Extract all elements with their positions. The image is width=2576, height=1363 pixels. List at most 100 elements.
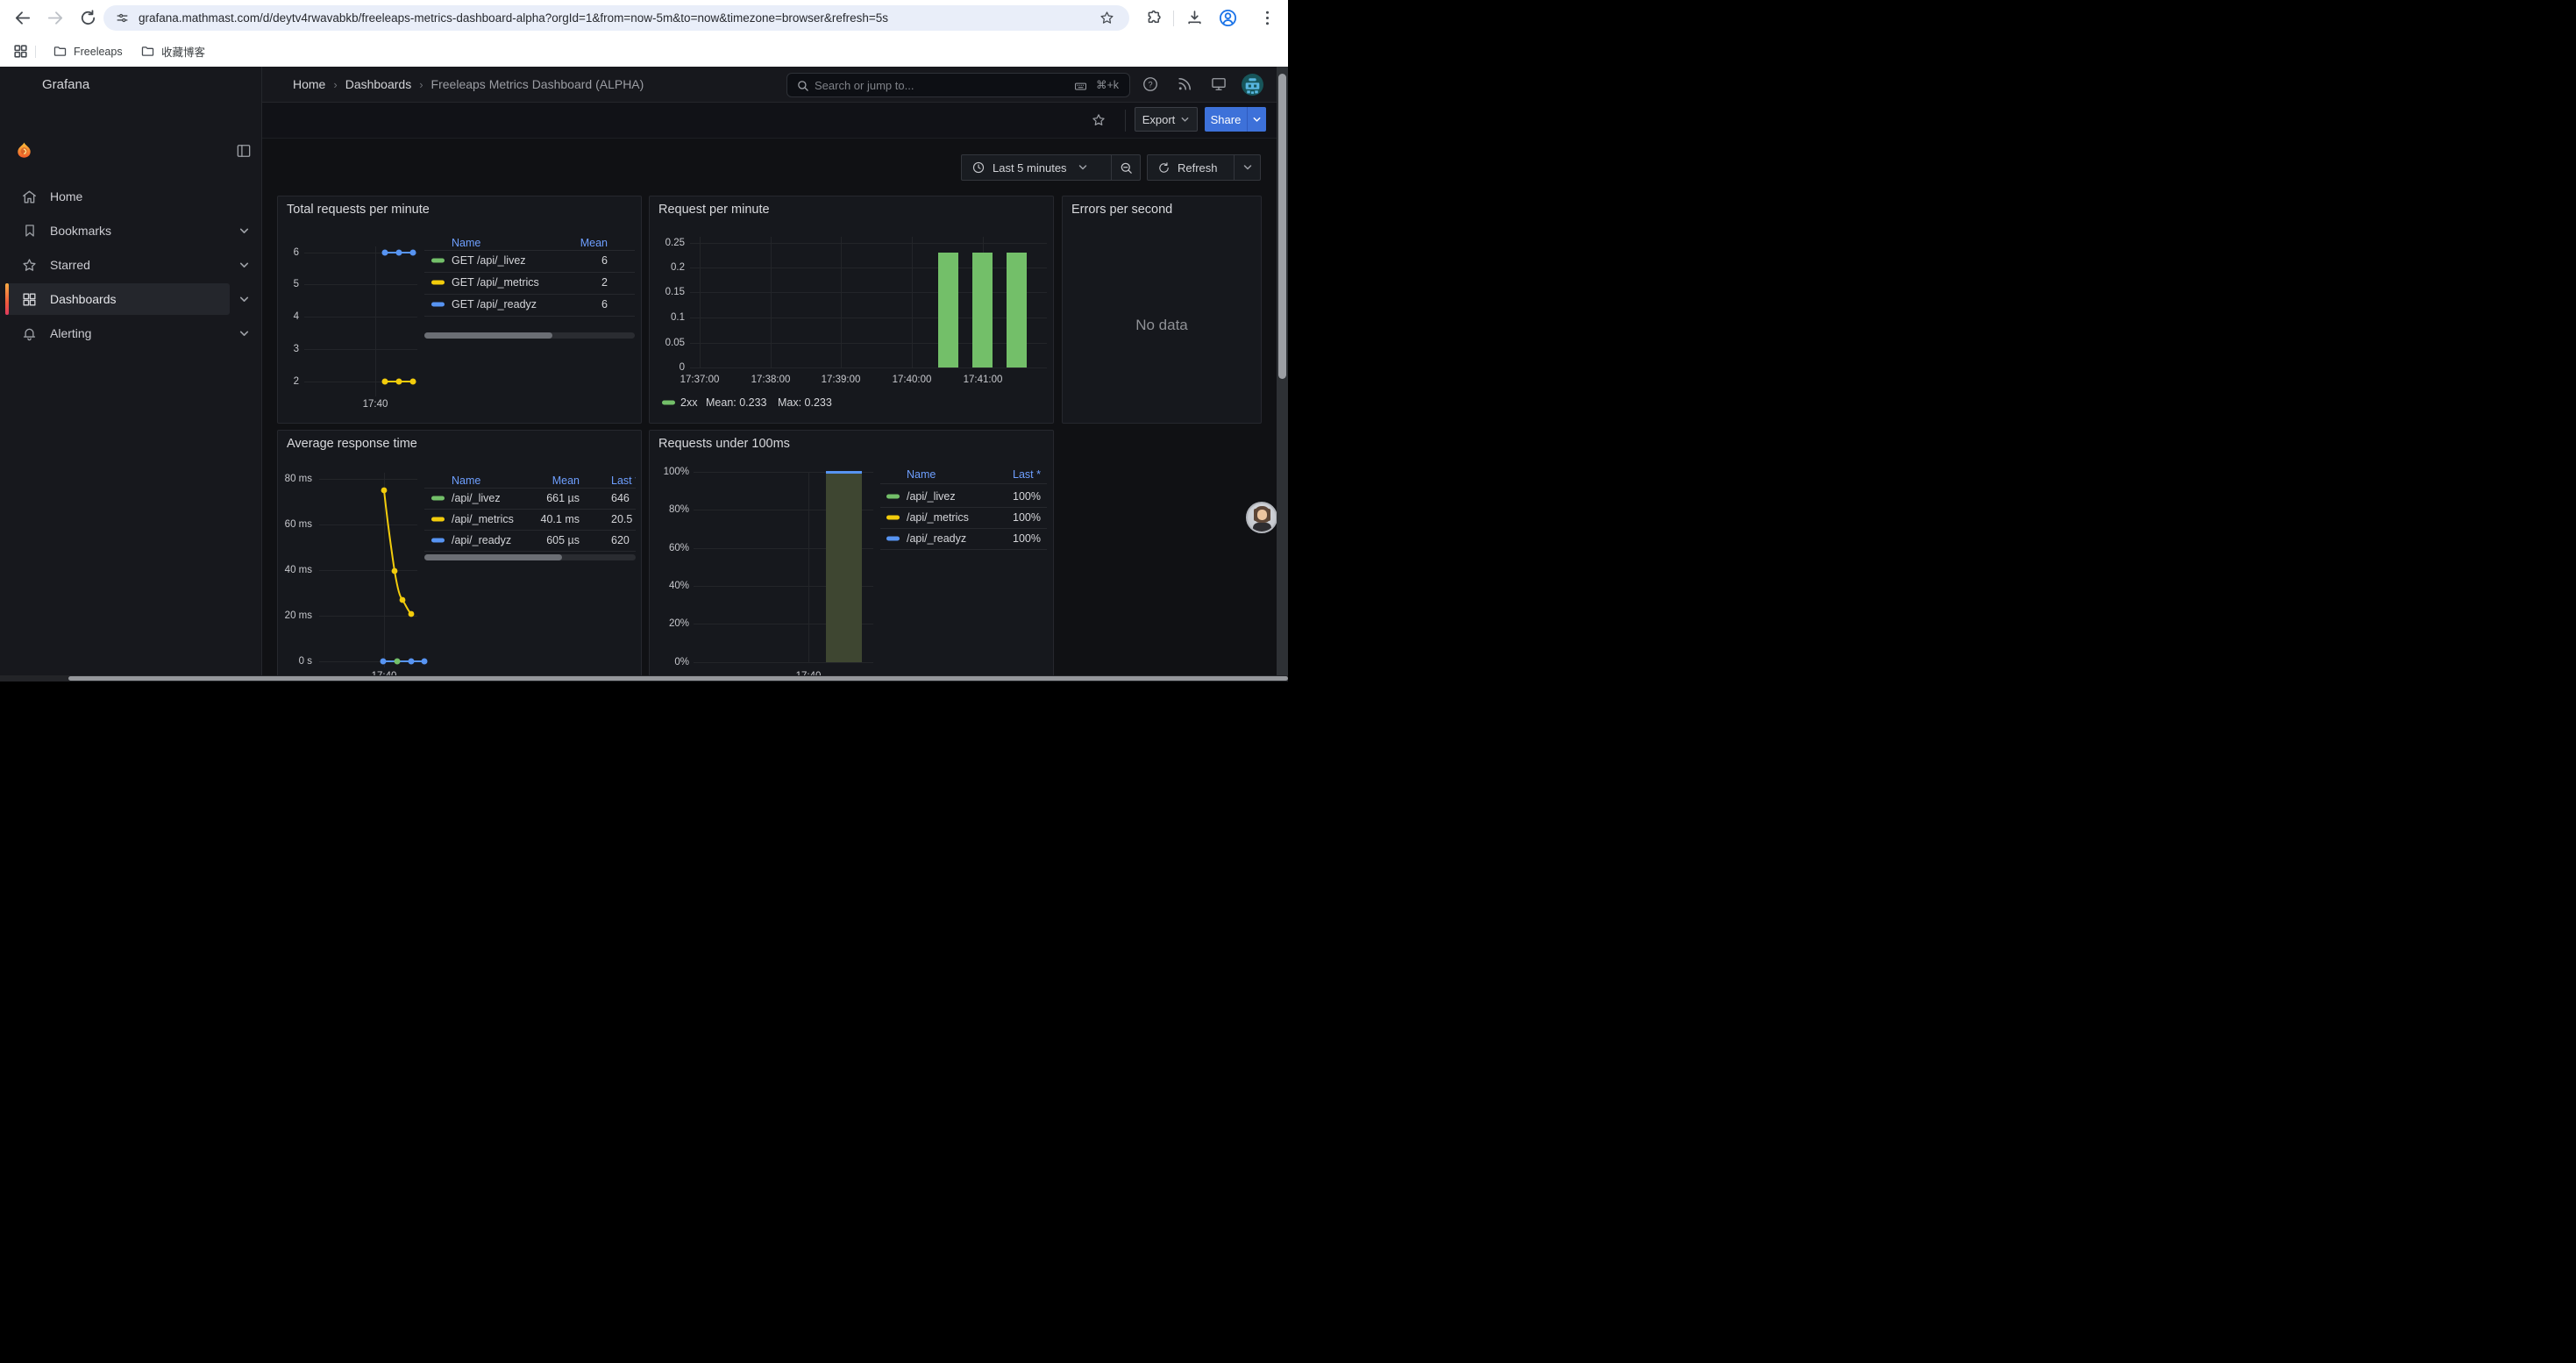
brand-name[interactable]: Grafana [42, 67, 89, 103]
zoom-out-button[interactable] [1112, 161, 1140, 175]
panel-title[interactable]: Requests under 100ms [658, 437, 790, 451]
chevron-down-icon[interactable] [238, 294, 250, 305]
data-point[interactable] [382, 250, 388, 256]
vertical-scrollbar-thumb[interactable] [1278, 74, 1286, 379]
share-button[interactable]: Share [1205, 107, 1247, 132]
series-color-pill[interactable] [886, 516, 900, 520]
refresh-button[interactable]: Refresh [1148, 161, 1234, 175]
series-color-pill[interactable] [431, 539, 445, 543]
breadcrumb-home[interactable]: Home [293, 77, 325, 91]
back-icon[interactable] [12, 8, 32, 28]
legend-series-last: 646 [611, 492, 630, 504]
horizontal-scrollbar-thumb[interactable] [68, 676, 1288, 681]
series-color-pill[interactable] [431, 496, 445, 501]
bar-2xx[interactable] [972, 253, 993, 368]
panel-title[interactable]: Total requests per minute [287, 203, 430, 217]
series-color-pill[interactable] [886, 495, 900, 499]
reload-icon[interactable] [78, 8, 98, 28]
y-tick: 5 [278, 279, 299, 289]
legend-scrollbar-thumb[interactable] [424, 554, 562, 560]
chevron-down-icon[interactable] [238, 260, 250, 271]
panel-average-response-time[interactable]: Average response time 80 ms 60 ms 40 ms … [277, 430, 642, 682]
bookmark-folder-blogs[interactable]: 收藏博客 [133, 40, 212, 62]
legend-series-name[interactable]: /api/_metrics [907, 511, 969, 524]
apps-grid-icon[interactable] [12, 43, 29, 60]
time-range-picker[interactable]: Last 5 minutes [962, 161, 1111, 175]
bar-2xx[interactable] [1007, 253, 1027, 368]
legend-series-name[interactable]: /api/_livez [907, 490, 956, 503]
chevron-down-icon[interactable] [238, 328, 250, 339]
legend-series-name[interactable]: /api/_readyz [907, 532, 966, 545]
sidebar-item-bookmarks[interactable]: Bookmarks [0, 215, 262, 246]
forward-icon[interactable] [46, 8, 66, 28]
panel-total-requests[interactable]: Total requests per minute 6 5 4 3 2 17:4… [277, 196, 642, 424]
legend-header-name[interactable]: Name [452, 237, 480, 249]
data-point[interactable] [422, 659, 428, 665]
downloads-icon[interactable] [1185, 9, 1204, 27]
sidebar-item-dashboards[interactable]: Dashboards [0, 283, 262, 315]
sidebar-item-alerting[interactable]: Alerting [0, 318, 262, 349]
legend-header-name[interactable]: Name [907, 468, 936, 481]
site-info-icon[interactable] [115, 11, 130, 25]
url-bar[interactable]: grafana.mathmast.com/d/deytv4rwavabkb/fr… [103, 5, 1129, 31]
bar-2xx[interactable] [938, 253, 958, 368]
panel-title[interactable]: Request per minute [658, 203, 770, 217]
gridline [304, 317, 417, 318]
export-button[interactable]: Export [1135, 107, 1198, 132]
data-point[interactable] [395, 659, 401, 665]
refresh-interval-dropdown[interactable] [1235, 162, 1260, 173]
floating-avatar-button[interactable] [1246, 502, 1277, 533]
help-icon[interactable]: ? [1142, 75, 1159, 93]
sidebar-item-starred[interactable]: Starred [0, 249, 262, 281]
rss-news-icon[interactable] [1176, 75, 1193, 93]
profile-icon[interactable] [1218, 8, 1238, 28]
data-point[interactable] [396, 379, 402, 385]
panel-request-per-minute[interactable]: Request per minute 0.25 0.2 0.15 0.1 0.0… [649, 196, 1054, 424]
search-box[interactable]: ⌘+k [786, 73, 1130, 97]
sidebar-item-home[interactable]: Home [0, 181, 262, 212]
legend-header-mean[interactable]: Mean [550, 237, 608, 249]
series-color-pill[interactable] [886, 537, 900, 541]
series-color-pill[interactable] [431, 259, 445, 263]
sidebar-toggle-icon[interactable] [235, 142, 253, 160]
bar-under-100ms[interactable] [826, 474, 862, 662]
bookmark-folder-freeleaps[interactable]: Freeleaps [46, 40, 130, 62]
grafana-logo[interactable] [14, 141, 34, 161]
legend-series-name[interactable]: GET /api/_readyz [452, 298, 537, 310]
bookmark-star-icon[interactable] [1099, 10, 1115, 26]
panel-title[interactable]: Errors per second [1071, 203, 1172, 217]
chevron-down-icon[interactable] [238, 225, 250, 237]
data-point[interactable] [382, 379, 388, 385]
series-color-pill[interactable] [431, 281, 445, 285]
user-avatar[interactable] [1242, 74, 1263, 96]
breadcrumb-dashboards[interactable]: Dashboards [345, 77, 412, 91]
data-point[interactable] [381, 659, 387, 665]
extensions-icon[interactable] [1145, 9, 1163, 27]
legend-series-name[interactable]: /api/_metrics [452, 513, 514, 525]
data-point[interactable] [396, 250, 402, 256]
data-point[interactable] [409, 659, 415, 665]
legend-header-name[interactable]: Name [452, 475, 480, 487]
panel-errors-per-second[interactable]: Errors per second No data [1062, 196, 1262, 424]
url-text[interactable]: grafana.mathmast.com/d/deytv4rwavabkb/fr… [139, 5, 1094, 31]
series-color-pill[interactable] [431, 517, 445, 522]
series-color-pill[interactable] [431, 303, 445, 307]
legend-series-name[interactable]: 2xx [680, 396, 697, 409]
menu-kebab-icon[interactable] [1257, 8, 1277, 28]
legend-header-last[interactable]: Last * [611, 475, 636, 487]
share-dropdown-button[interactable] [1247, 107, 1266, 132]
legend-series-name[interactable]: GET /api/_livez [452, 254, 526, 267]
legend-header-last[interactable]: Last * [983, 468, 1041, 481]
legend-header-mean[interactable]: Mean [513, 475, 580, 487]
series-color-pill[interactable] [662, 401, 675, 405]
panel-requests-under-100ms[interactable]: Requests under 100ms 100% 80% 60% 40% 20… [649, 430, 1054, 682]
legend-scrollbar-thumb[interactable] [424, 332, 552, 339]
search-input[interactable] [815, 75, 972, 96]
legend-series-name[interactable]: /api/_livez [452, 492, 501, 504]
data-point[interactable] [410, 379, 416, 385]
legend-series-name[interactable]: /api/_readyz [452, 534, 511, 546]
favorite-star-icon[interactable] [1091, 112, 1107, 128]
legend-series-name[interactable]: GET /api/_metrics [452, 276, 539, 289]
data-point[interactable] [410, 250, 416, 256]
monitor-icon[interactable] [1210, 75, 1228, 93]
